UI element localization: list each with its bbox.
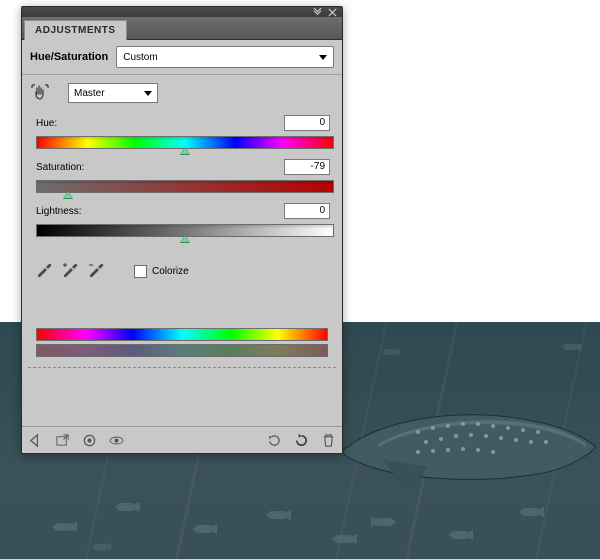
eyedropper-minus-icon[interactable] [88,263,104,279]
saturation-thumb[interactable] [63,191,73,199]
panel-titlebar[interactable] [22,7,342,17]
clip-to-layer-icon[interactable] [82,433,97,448]
panel-tabbar: ADJUSTMENTS [22,17,342,40]
collapse-icon[interactable] [313,8,322,17]
back-arrow-icon[interactable] [28,433,43,448]
chevron-down-icon [144,91,152,96]
reset-icon[interactable] [294,433,309,448]
hue-label: Hue: [36,118,57,129]
lightness-value-input[interactable]: 0 [284,203,330,219]
hue-value-input[interactable]: 0 [284,115,330,131]
channel-select[interactable]: Master [68,83,158,103]
preset-value: Custom [123,52,157,63]
saturation-label: Saturation: [36,162,84,173]
panel-footer [22,426,342,453]
chevron-down-icon [319,55,327,60]
preset-select[interactable]: Custom [116,46,334,68]
eyedropper-icon[interactable] [36,263,52,279]
targeted-adjustment-tool-icon[interactable] [30,83,50,103]
visibility-icon[interactable] [109,433,124,448]
saturation-slider[interactable] [36,180,334,193]
saturation-value-input[interactable]: -79 [284,159,330,175]
checkbox-box [134,265,147,278]
adjustments-panel: ADJUSTMENTS Hue/Saturation Custom Master [21,6,343,454]
adjustment-title: Hue/Saturation [30,51,116,63]
eyedropper-plus-icon[interactable] [62,263,78,279]
channel-value: Master [74,88,105,99]
lightness-label: Lightness: [36,206,82,217]
colorize-checkbox[interactable]: Colorize [134,265,189,278]
output-spectrum [36,344,328,357]
tab-adjustments[interactable]: ADJUSTMENTS [24,20,127,40]
lightness-thumb[interactable] [180,235,190,243]
close-icon[interactable] [328,8,337,17]
lightness-slider[interactable] [36,224,334,237]
colorize-label: Colorize [152,266,189,277]
input-spectrum [36,328,328,341]
trash-icon[interactable] [321,433,336,448]
whale-shark [338,402,598,497]
hue-thumb[interactable] [180,147,190,155]
previous-state-icon[interactable] [267,433,282,448]
hue-slider[interactable] [36,136,334,149]
expand-view-icon[interactable] [55,433,70,448]
